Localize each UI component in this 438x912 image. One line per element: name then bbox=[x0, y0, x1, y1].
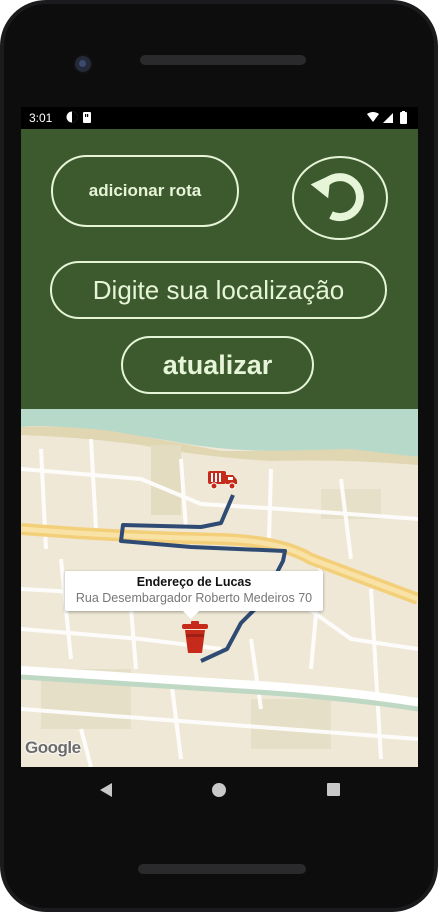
map-block bbox=[151, 445, 181, 515]
status-bar: 3:01 bbox=[21, 107, 418, 129]
location-input-placeholder: Digite sua localização bbox=[92, 275, 345, 305]
app-screen: 3:01 adicionar rota Digite sua localizaç… bbox=[21, 107, 418, 767]
earpiece-speaker bbox=[140, 55, 306, 65]
map-block bbox=[251, 699, 331, 749]
recent-apps-icon[interactable] bbox=[327, 783, 340, 796]
location-input[interactable]: Digite sua localização bbox=[50, 261, 387, 319]
home-icon[interactable] bbox=[212, 783, 226, 797]
system-status-icons bbox=[366, 111, 412, 128]
route-controls-panel: adicionar rota Digite sua localização at… bbox=[21, 129, 418, 409]
info-window-address: Rua Desembargador Roberto Medeiros 70 bbox=[75, 591, 313, 605]
google-attribution: Google bbox=[25, 738, 81, 757]
status-time: 3:01 bbox=[29, 111, 53, 125]
android-navigation-bar bbox=[21, 767, 418, 813]
back-icon[interactable] bbox=[99, 782, 113, 803]
info-window-title: Endereço de Lucas bbox=[136, 575, 252, 589]
add-route-label: adicionar rota bbox=[88, 181, 202, 200]
info-window-pointer bbox=[183, 611, 199, 619]
update-label: atualizar bbox=[162, 349, 273, 380]
bottom-speaker bbox=[138, 864, 306, 874]
front-camera bbox=[73, 54, 93, 74]
map-view[interactable]: Endereço de Lucas Rua Desembargador Robe… bbox=[21, 409, 418, 767]
notification-icons bbox=[66, 111, 96, 128]
refresh-icon bbox=[309, 165, 371, 232]
marker-info-window[interactable]: Endereço de Lucas Rua Desembargador Robe… bbox=[65, 571, 323, 619]
refresh-button[interactable] bbox=[292, 156, 388, 240]
add-route-button[interactable]: adicionar rota bbox=[51, 155, 239, 227]
update-button[interactable]: atualizar bbox=[121, 336, 314, 394]
